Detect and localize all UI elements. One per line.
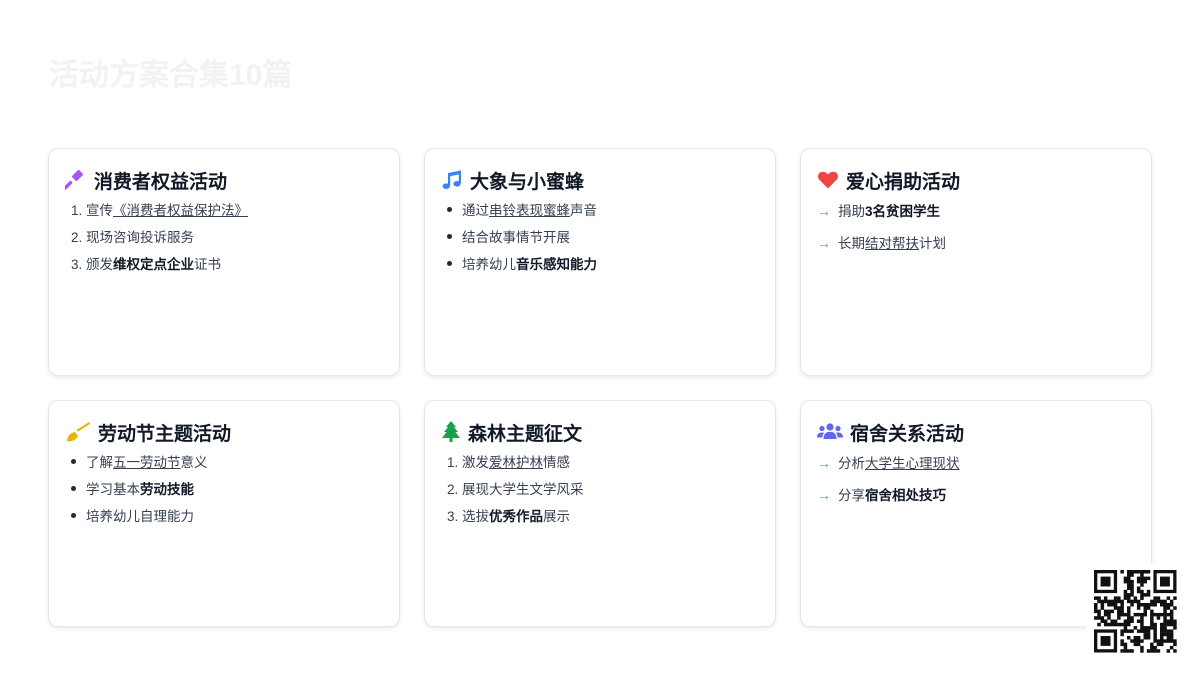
list-item: 了解五一劳动节意义 [65, 454, 383, 472]
music-note-icon [441, 169, 463, 191]
item-text: 通过 [462, 203, 489, 218]
card-title: 森林主题征文 [468, 423, 583, 445]
card-header: 宿舍关系活动 [817, 419, 1135, 445]
item-text: 培养幼儿自理能力 [86, 509, 194, 524]
bullet-marker [441, 202, 462, 220]
list-item: 3. 颁发维权定点企业证书 [65, 256, 383, 274]
card-header: 森林主题征文 [441, 419, 759, 445]
item-text: 现场咨询投诉服务 [86, 230, 194, 245]
list-item: 通过串铃表现蜜蜂声音 [441, 202, 759, 220]
item-text: 计划 [919, 236, 946, 251]
bullet-marker [441, 229, 462, 247]
item-link[interactable]: 爱林护林 [489, 455, 543, 470]
card-header: 劳动节主题活动 [65, 419, 383, 445]
item-text: 意义 [180, 455, 208, 470]
item-text: 展示 [543, 509, 570, 524]
item-emphasis: 宿舍相处技巧 [865, 488, 946, 503]
card-elephant-bee: 大象与小蜜蜂 通过串铃表现蜜蜂声音 结合故事情节开展 培养幼儿音乐感知能力 [424, 148, 776, 376]
arrow-right-icon: → [817, 487, 831, 503]
card-title: 劳动节主题活动 [98, 423, 232, 445]
item-text: 证书 [194, 257, 221, 272]
list-item: 2. 展现大学生文学风采 [441, 481, 759, 499]
heart-icon [817, 169, 839, 191]
list-item: → 捐助3名贫困学生 [817, 202, 1135, 221]
list-item: 1. 激发爱林护林情感 [441, 454, 759, 472]
list-number: 3. [447, 509, 459, 524]
gavel-icon [65, 169, 87, 191]
list-number: 2. [447, 482, 459, 497]
card-charity-donation: 爱心捐助活动 → 捐助3名贫困学生 → 长期结对帮扶计划 [800, 148, 1152, 376]
item-link[interactable]: 五一劳动节 [113, 455, 181, 470]
list-item: 3. 选拔优秀作品展示 [441, 508, 759, 526]
item-text: 学习基本 [86, 482, 140, 497]
item-text: 展现大学生文学风采 [462, 482, 584, 497]
list-item: 培养幼儿自理能力 [65, 508, 383, 526]
item-emphasis: 优秀作品 [489, 509, 543, 524]
item-text: 长期 [838, 236, 865, 251]
users-icon [817, 421, 843, 443]
bullet-marker [65, 481, 86, 499]
bullet-list: 通过串铃表现蜜蜂声音 结合故事情节开展 培养幼儿音乐感知能力 [441, 202, 759, 274]
item-text: 颁发 [86, 257, 113, 272]
card-title: 宿舍关系活动 [850, 423, 965, 445]
card-header: 大象与小蜜蜂 [441, 167, 759, 193]
arrow-right-icon: → [817, 235, 831, 251]
item-text: 分析 [838, 456, 865, 471]
card-labor-day: 劳动节主题活动 了解五一劳动节意义 学习基本劳动技能 培养幼儿自理能力 [48, 400, 400, 627]
item-text: 选拔 [462, 509, 489, 524]
item-text: 捐助 [838, 204, 865, 219]
item-text: 宣传 [86, 203, 113, 218]
list-item: → 分析大学生心理现状 [817, 454, 1135, 473]
item-link[interactable]: 结对帮扶 [865, 236, 919, 251]
list-item: 结合故事情节开展 [441, 229, 759, 247]
item-text: 情感 [543, 455, 570, 470]
list-number: 1. [71, 203, 83, 218]
arrow-right-icon: → [817, 455, 831, 471]
item-emphasis: 3名贫困学生 [865, 204, 941, 219]
ordered-list: 1. 宣传《消费者权益保护法》 2. 现场咨询投诉服务 3. 颁发维权定点企业证… [65, 202, 383, 274]
card-title: 消费者权益活动 [94, 171, 228, 193]
list-item: 2. 现场咨询投诉服务 [65, 229, 383, 247]
list-item: 1. 宣传《消费者权益保护法》 [65, 202, 383, 220]
list-number: 3. [71, 257, 83, 272]
card-title: 大象与小蜜蜂 [470, 171, 585, 193]
item-text: 培养幼儿 [462, 257, 516, 272]
arrow-list: → 分析大学生心理现状 → 分享宿舍相处技巧 [817, 454, 1135, 505]
list-item: 学习基本劳动技能 [65, 481, 383, 499]
page-title: 活动方案合集10篇 [49, 59, 293, 92]
qr-code [1086, 564, 1184, 658]
item-link[interactable]: 大学生心理现状 [865, 456, 960, 471]
card-title: 爱心捐助活动 [846, 171, 961, 193]
card-header: 消费者权益活动 [65, 167, 383, 193]
arrow-list: → 捐助3名贫困学生 → 长期结对帮扶计划 [817, 202, 1135, 253]
item-link[interactable]: 串铃表现蜜蜂 [489, 203, 570, 218]
card-grid: 消费者权益活动 1. 宣传《消费者权益保护法》 2. 现场咨询投诉服务 3. 颁… [48, 148, 1152, 627]
tree-icon [441, 421, 461, 443]
item-emphasis: 音乐感知能力 [516, 257, 597, 272]
list-number: 2. [71, 230, 83, 245]
item-text: 结合故事情节开展 [462, 230, 570, 245]
item-text: 激发 [462, 455, 489, 470]
arrow-right-icon: → [817, 203, 831, 219]
item-link[interactable]: 《消费者权益保护法》 [113, 203, 248, 218]
card-consumer-rights: 消费者权益活动 1. 宣传《消费者权益保护法》 2. 现场咨询投诉服务 3. 颁… [48, 148, 400, 376]
card-header: 爱心捐助活动 [817, 167, 1135, 193]
bullet-marker [65, 454, 86, 472]
item-text: 声音 [570, 203, 597, 218]
list-number: 1. [447, 455, 459, 470]
bullet-list: 了解五一劳动节意义 学习基本劳动技能 培养幼儿自理能力 [65, 454, 383, 526]
list-item: 培养幼儿音乐感知能力 [441, 256, 759, 274]
bullet-marker [441, 256, 462, 274]
broom-icon [65, 421, 91, 443]
ordered-list: 1. 激发爱林护林情感 2. 展现大学生文学风采 3. 选拔优秀作品展示 [441, 454, 759, 526]
list-item: → 分享宿舍相处技巧 [817, 486, 1135, 505]
item-emphasis: 维权定点企业 [113, 257, 194, 272]
item-text: 分享 [838, 488, 865, 503]
bullet-marker [65, 508, 86, 526]
item-emphasis: 劳动技能 [140, 482, 194, 497]
list-item: → 长期结对帮扶计划 [817, 234, 1135, 253]
item-text: 了解 [86, 455, 113, 470]
card-forest-essay: 森林主题征文 1. 激发爱林护林情感 2. 展现大学生文学风采 3. 选拔优秀作… [424, 400, 776, 627]
